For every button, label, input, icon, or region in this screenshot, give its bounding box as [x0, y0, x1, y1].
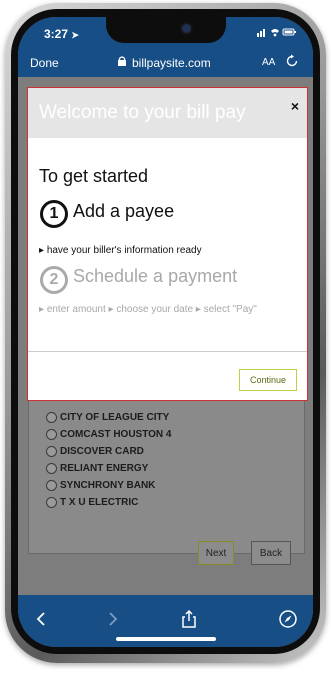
- phone-screen: 3:27 ➤ Done billpaysite.com AA CITY OF L…: [18, 17, 313, 647]
- status-time-text: 3:27: [44, 27, 69, 41]
- radio-button[interactable]: [46, 446, 57, 457]
- radio-button[interactable]: [46, 463, 57, 474]
- step-1-title: Add a payee: [73, 201, 175, 221]
- step-1-number: 1: [40, 200, 68, 228]
- status-icons: [257, 27, 297, 40]
- list-item[interactable]: RELIANT ENERGY: [46, 460, 172, 477]
- list-item[interactable]: SYNCHRONY BANK: [46, 477, 172, 494]
- radio-button[interactable]: [46, 497, 57, 508]
- compass-icon[interactable]: [278, 609, 298, 629]
- list-item[interactable]: T X U ELECTRIC: [46, 494, 172, 511]
- close-icon[interactable]: ×: [291, 98, 299, 114]
- done-button[interactable]: Done: [30, 56, 59, 70]
- next-button[interactable]: Next: [198, 541, 234, 565]
- forward-icon[interactable]: [102, 609, 122, 629]
- bullet-icon: ▸: [39, 245, 47, 256]
- share-icon[interactable]: [179, 609, 199, 629]
- step-1-note-text: have your biller's information ready: [46, 245, 202, 256]
- text-size-button[interactable]: AA: [262, 57, 275, 68]
- step-1-note: ▸ have your biller's information ready: [39, 245, 202, 256]
- home-indicator: [116, 637, 216, 641]
- divider: [28, 351, 307, 352]
- list-item[interactable]: DISCOVER CARD: [46, 443, 172, 460]
- step-2-number: 2: [40, 266, 68, 294]
- camera-icon: [182, 24, 191, 33]
- modal-title: Welcome to your bill pay: [39, 102, 246, 123]
- lock-icon: [118, 56, 126, 66]
- radio-button[interactable]: [46, 429, 57, 440]
- step-2-note-text: enter amount ▸ choose your date ▸ select…: [46, 304, 257, 315]
- step-2-title: Schedule a payment: [73, 266, 238, 286]
- url-host[interactable]: billpaysite.com: [132, 56, 211, 70]
- payee-name: CITY OF LEAGUE CITY: [60, 412, 170, 423]
- payee-name: T X U ELECTRIC: [60, 497, 139, 508]
- location-arrow-icon: ➤: [71, 30, 79, 40]
- step-2-note: ▸ enter amount ▸ choose your date ▸ sele…: [39, 302, 294, 318]
- status-time: 3:27 ➤: [44, 27, 79, 41]
- radio-button[interactable]: [46, 412, 57, 423]
- section-heading: To get started: [39, 166, 149, 186]
- payee-list: CITY OF LEAGUE CITY COMCAST HOUSTON 4 DI…: [46, 409, 172, 511]
- notch: [106, 17, 226, 43]
- browser-address-bar: Done billpaysite.com AA: [18, 47, 313, 77]
- payee-name: RELIANT ENERGY: [60, 463, 149, 474]
- payee-name: SYNCHRONY BANK: [60, 480, 156, 491]
- reload-icon[interactable]: [284, 53, 300, 69]
- list-item[interactable]: CITY OF LEAGUE CITY: [46, 409, 172, 426]
- back-button[interactable]: Back: [251, 541, 291, 565]
- payee-name: DISCOVER CARD: [60, 446, 144, 457]
- payee-name: COMCAST HOUSTON 4: [60, 429, 172, 440]
- continue-button[interactable]: Continue: [239, 369, 297, 391]
- radio-button[interactable]: [46, 480, 57, 491]
- signal-wifi-battery-icon: [257, 28, 296, 37]
- back-icon[interactable]: [32, 609, 52, 629]
- list-item[interactable]: COMCAST HOUSTON 4: [46, 426, 172, 443]
- modal-header: Welcome to your bill pay ×: [28, 88, 307, 138]
- welcome-modal: Welcome to your bill pay × To get starte…: [27, 87, 308, 401]
- bullet-icon: ▸: [39, 304, 47, 315]
